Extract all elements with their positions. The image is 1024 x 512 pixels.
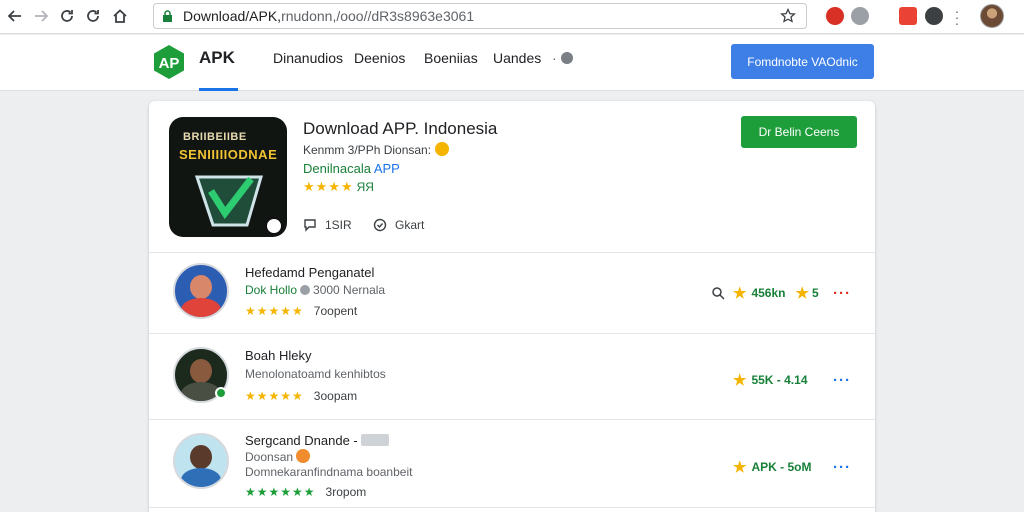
search-icon[interactable] — [711, 286, 725, 300]
lock-icon — [163, 10, 172, 22]
smile-emoji-icon — [435, 142, 450, 156]
app-developer[interactable]: Kenmm 3/PPh Dionsan: — [303, 142, 450, 157]
address-bar[interactable]: Download/APK,rnudonn,/ooo//dR3s8963e3061 — [153, 3, 807, 29]
share-action[interactable]: Gkart — [373, 218, 424, 232]
download-button[interactable]: Dr Belin Ceens — [741, 116, 857, 148]
review-name[interactable]: Sergcand Dnande - — [245, 433, 389, 448]
emoji-icon — [296, 449, 311, 463]
star-icon: ★ — [733, 459, 747, 476]
extension-red-icon[interactable] — [826, 7, 844, 25]
reload-alt-icon[interactable] — [82, 5, 104, 27]
apk-logo-icon[interactable]: AP — [151, 44, 187, 80]
review-rating: ★★★★★ 3oopam — [245, 389, 358, 403]
review-name[interactable]: Boah Hleky — [245, 348, 311, 363]
forward-arrow-icon[interactable] — [30, 5, 52, 27]
shield-check-icon — [373, 218, 387, 232]
review-meta: Menolonatoamd kenhibtos — [245, 367, 386, 381]
browser-toolbar: Download/APK,rnudonn,/ooo//dR3s8963e3061… — [0, 0, 1024, 34]
back-arrow-icon[interactable] — [4, 5, 26, 27]
profile-avatar[interactable] — [980, 4, 1004, 28]
more-options-icon[interactable]: ··· — [833, 285, 851, 302]
star-icon: ★ — [733, 285, 747, 302]
extension-mask-icon[interactable] — [925, 7, 943, 25]
header-cta-button[interactable]: Fomdnobte VAOdnic — [731, 44, 874, 79]
nav-item-1[interactable]: Dinanudios — [273, 50, 343, 66]
app-icon-badge — [265, 217, 283, 235]
review-avatar[interactable] — [173, 263, 229, 319]
app-icon-caption-1: BRIIBEIIBE — [183, 131, 247, 143]
brand-name[interactable]: APK — [199, 48, 235, 68]
divider — [149, 507, 875, 508]
app-card: BRIIBEIIBE SENIIIIIODNAE Download APP. I… — [149, 101, 875, 512]
review-meta-line-1: Doonsan — [245, 449, 311, 464]
nav-item-4[interactable]: Uandes — [493, 50, 541, 66]
review-meta-line-2: Domnekaranfindnama boanbeit — [245, 465, 413, 479]
verified-badge-icon — [215, 387, 227, 399]
checkmark-shield-icon — [194, 175, 263, 227]
nav-item-2[interactable]: Deenios — [354, 50, 405, 66]
home-icon[interactable] — [109, 5, 131, 27]
divider — [149, 252, 875, 253]
more-icon — [560, 52, 573, 64]
review-name[interactable]: Hefedamd Penganatel — [245, 265, 374, 280]
review-stats: ★ APK - 5oM — [733, 459, 812, 476]
review-stats: ★ 456kn ★ 5 — [711, 284, 819, 302]
app-category[interactable]: Denilnacala APP — [303, 161, 400, 176]
active-tab-indicator — [199, 88, 238, 91]
nav-more[interactable]: · — [552, 50, 573, 66]
app-icon-caption-2: SENIIIIIODNAE — [179, 147, 278, 162]
star-icon: ★ — [733, 372, 747, 389]
nav-item-3[interactable]: Boeniias — [424, 50, 478, 66]
extension-puzzle-icon[interactable] — [899, 7, 917, 25]
app-rating: ★★★★ ЯЯ — [303, 179, 374, 194]
review-stats: ★ 55K - 4.14 — [733, 372, 808, 389]
divider — [149, 419, 875, 420]
comments-count[interactable]: 1SIR — [303, 218, 352, 232]
review-avatar[interactable] — [173, 433, 229, 489]
separator-dot-icon — [300, 285, 311, 295]
app-title: Download APP. Indonesia — [303, 119, 498, 138]
divider — [149, 333, 875, 334]
more-options-icon[interactable]: ··· — [833, 372, 851, 389]
reload-icon[interactable] — [56, 5, 78, 27]
more-options-icon[interactable]: ··· — [833, 459, 851, 476]
bookmark-star-icon[interactable] — [780, 8, 796, 24]
extension-gray-icon[interactable] — [851, 7, 869, 25]
review-rating: ★★★★★ 7oopent — [245, 304, 358, 318]
url-text: Download/APK,rnudonn,/ooo//dR3s8963e3061 — [183, 8, 475, 24]
tag-chip — [360, 434, 389, 446]
star-icon: ★ — [795, 285, 809, 302]
review-rating: ★★★★★★ 3ropom — [245, 485, 367, 499]
comment-icon — [304, 219, 316, 232]
review-meta: Dok Hollo 3000 Nernala — [245, 283, 386, 297]
browser-menu-icon[interactable]: · · · — [952, 4, 962, 30]
svg-text:AP: AP — [159, 55, 180, 72]
